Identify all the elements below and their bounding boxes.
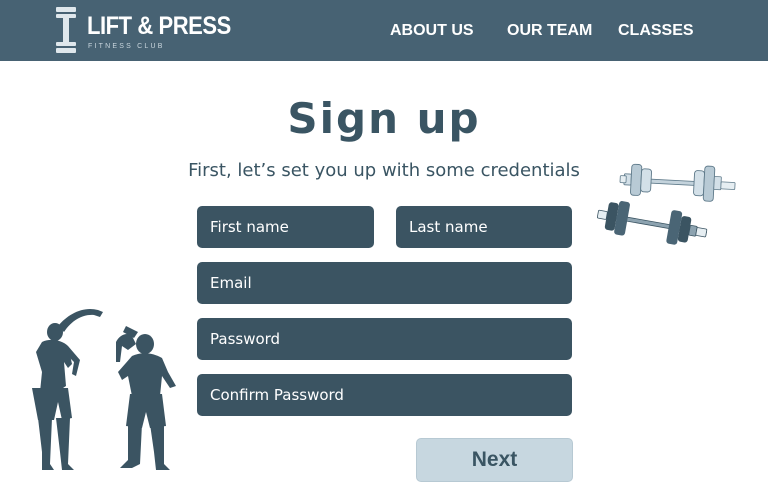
password-field[interactable] xyxy=(197,318,572,360)
brand-tagline: FITNESS CLUB xyxy=(88,43,165,50)
first-name-field[interactable] xyxy=(197,206,374,248)
barbells-illustration xyxy=(596,163,736,245)
nav-about-us[interactable]: ABOUT US xyxy=(390,22,474,40)
stretching-people-illustration xyxy=(32,308,176,470)
confirm-password-field[interactable] xyxy=(197,374,572,416)
brand-name: LIFT & PRESS xyxy=(87,12,231,40)
page-title: Sign up xyxy=(287,94,481,143)
dumbbell-vertical-icon xyxy=(56,7,76,53)
last-name-field[interactable] xyxy=(396,206,572,248)
nav-classes[interactable]: CLASSES xyxy=(618,22,694,40)
next-button[interactable]: Next xyxy=(416,438,573,482)
top-header: LIFT & PRESS FITNESS CLUB ABOUT US OUR T… xyxy=(0,0,768,61)
brand-logo[interactable]: LIFT & PRESS FITNESS CLUB xyxy=(54,6,231,54)
email-field[interactable] xyxy=(197,262,572,304)
nav-our-team[interactable]: OUR TEAM xyxy=(507,22,592,40)
